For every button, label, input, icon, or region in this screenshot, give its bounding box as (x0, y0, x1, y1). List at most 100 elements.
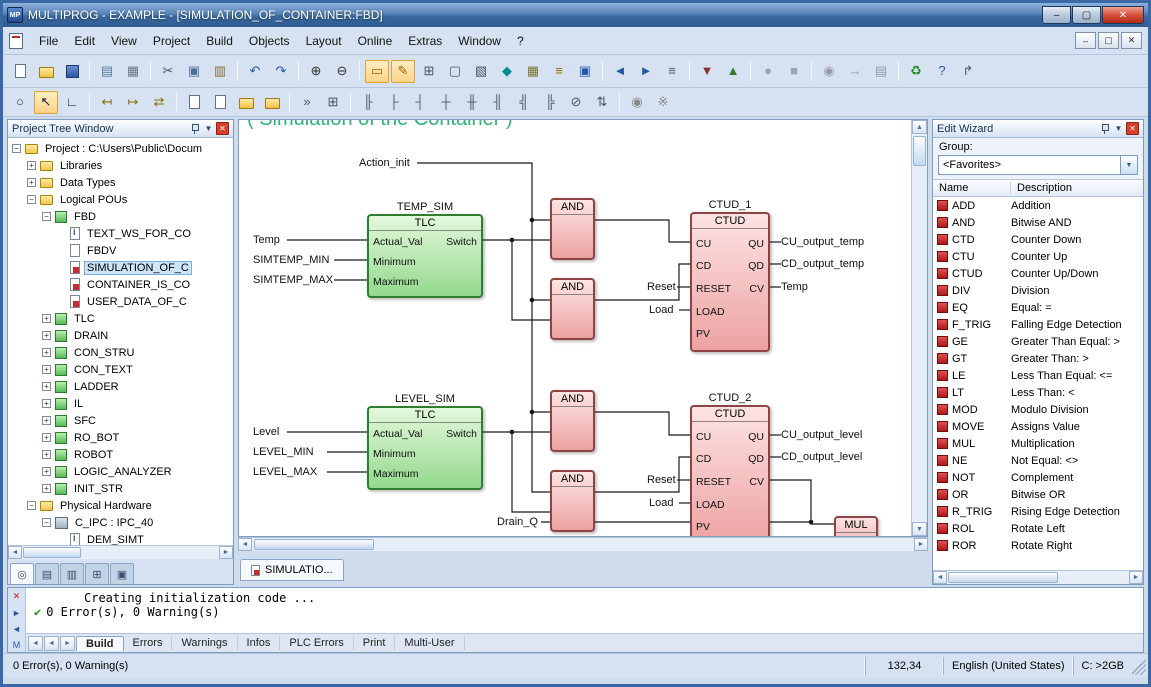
tree-item-simulation-of-c[interactable]: SIMULATION_OF_C (8, 259, 233, 276)
fbd-block-and[interactable]: AND (550, 390, 595, 452)
wizard-row-ctu[interactable]: CTUCounter Up (933, 248, 1143, 265)
fbd-variable-reset[interactable]: Reset (647, 281, 676, 293)
tree-item-c-ipc-ipc-40[interactable]: −C_IPC : IPC_40 (8, 514, 233, 531)
close-button[interactable]: ✕ (1102, 6, 1144, 24)
mdi-restore-button[interactable]: ▢ (1098, 32, 1119, 49)
tree-item-con-stru[interactable]: +CON_STRU (8, 344, 233, 361)
collapse-icon[interactable]: − (27, 195, 36, 204)
monitor-button[interactable]: ▢ (443, 60, 467, 83)
mdi-minimize-button[interactable]: – (1075, 32, 1096, 49)
magnet-button[interactable]: ◉ (625, 91, 649, 114)
fbd-variable-drain-q[interactable]: Drain_Q (497, 516, 538, 528)
tree-item-fbd[interactable]: −FBD (8, 208, 233, 225)
append-worksheet-button[interactable] (208, 91, 232, 114)
resize-grip[interactable] (1132, 657, 1146, 675)
fbd-block-temp-sim[interactable]: TEMP_SIMTLCActual_ValMinimumMaximumSwitc… (367, 214, 483, 298)
fbd-variable-level-min[interactable]: LEVEL_MIN (253, 446, 314, 458)
expand-icon[interactable]: + (42, 433, 51, 442)
msg-tab-prev-icon[interactable]: ◄ (44, 636, 59, 651)
breakpoint-button[interactable]: ◉ (817, 60, 841, 83)
minimize-button[interactable]: – (1042, 6, 1071, 24)
wizard-hscrollbar[interactable]: ◄ ► (933, 570, 1143, 584)
contact-parallel-button[interactable]: ╫ (460, 91, 484, 114)
scroll-left-icon[interactable]: ◄ (238, 538, 252, 551)
wizard-row-or[interactable]: ORBitwise OR (933, 486, 1143, 503)
menu-view[interactable]: View (103, 30, 145, 52)
branch-down-button[interactable]: ╠ (538, 91, 562, 114)
force-button[interactable]: ▤ (869, 60, 893, 83)
add-function-block-button[interactable]: ⊞ (321, 91, 345, 114)
fbd-variable-simtemp-min[interactable]: SIMTEMP_MIN (253, 254, 329, 266)
collapse-icon[interactable]: − (12, 144, 21, 153)
insert-worksheet-button[interactable] (182, 91, 206, 114)
wizard-row-and[interactable]: ANDBitwise AND (933, 214, 1143, 231)
menu-window[interactable]: Window (450, 30, 509, 52)
tree-item-text-ws-for-co[interactable]: TEXT_WS_FOR_CO (8, 225, 233, 242)
scroll-left-icon[interactable]: ◄ (933, 571, 947, 584)
redo-button[interactable]: ↷ (269, 60, 293, 83)
scroll-right-icon[interactable]: ► (914, 538, 928, 551)
expand-icon[interactable]: + (42, 399, 51, 408)
tree-item-dem-simt[interactable]: DEM_SIMT (8, 531, 233, 545)
scroll-left-icon[interactable]: ◄ (8, 546, 22, 559)
contact-right-button[interactable]: ├ (382, 91, 406, 114)
maximize-button[interactable]: ▢ (1072, 6, 1101, 24)
message-tab-multi-user[interactable]: Multi-User (395, 636, 464, 650)
menu-extras[interactable]: Extras (400, 30, 450, 52)
expand-icon[interactable]: + (42, 348, 51, 357)
expand-icon[interactable]: + (27, 178, 36, 187)
select-tool-button[interactable]: ↖ (34, 91, 58, 114)
editor-hscrollbar[interactable]: ◄ ► (238, 537, 928, 551)
fbd-variable-simtemp-max[interactable]: SIMTEMP_MAX (253, 274, 333, 286)
print-button[interactable]: ▦ (121, 60, 145, 83)
contact-left-button[interactable]: ┤ (408, 91, 432, 114)
ld-mode-button[interactable]: ▭ (365, 60, 389, 83)
hardware-view-tab[interactable]: ⊞ (85, 563, 109, 584)
panel-close-icon[interactable]: ✕ (216, 122, 229, 135)
menu-objects[interactable]: Objects (241, 30, 298, 52)
tree-item-logical-pous[interactable]: −Logical POUs (8, 191, 233, 208)
connect-tool-button[interactable]: ∟ (60, 91, 84, 114)
wizard-row-f-trig[interactable]: F_TRIGFalling Edge Detection (933, 316, 1143, 333)
fbd-variable-reset[interactable]: Reset (647, 474, 676, 486)
menu-build[interactable]: Build (198, 30, 241, 52)
scroll-down-icon[interactable]: ▼ (912, 522, 927, 536)
fbd-block-and[interactable]: AND (550, 470, 595, 532)
wizard-row-div[interactable]: DIVDivision (933, 282, 1143, 299)
insert-group-button[interactable] (234, 91, 258, 114)
wizard-hscroll-track[interactable] (947, 571, 1129, 584)
tree-hscrollbar[interactable]: ◄ ► (8, 545, 233, 559)
instances-view-tab[interactable]: ▣ (110, 563, 134, 584)
close-message-icon[interactable]: ✕ (10, 590, 24, 603)
wizard-row-ctd[interactable]: CTDCounter Down (933, 231, 1143, 248)
fbd-variable-load[interactable]: Load (649, 304, 673, 316)
wizard-row-add[interactable]: ADDAddition (933, 197, 1143, 214)
open-file-button[interactable] (34, 60, 58, 83)
wizard-hscroll-thumb[interactable] (948, 572, 1058, 583)
editor-vscroll-thumb[interactable] (913, 136, 926, 166)
fbd-canvas[interactable]: ( Simulation of the Container )TEMP_SIMT… (239, 120, 911, 536)
collapse-icon[interactable]: − (42, 212, 51, 221)
cut-button[interactable]: ✂ (156, 60, 180, 83)
menu-edit[interactable]: Edit (66, 30, 103, 52)
wizard-row-not[interactable]: NOTComplement (933, 469, 1143, 486)
fbd-block-ctud-2[interactable]: CTUD_2CTUDCUCDRESETLOADPVQUQDCV (690, 405, 770, 536)
cross-references-button[interactable]: ▦ (521, 60, 545, 83)
msg-tab-next-icon[interactable]: ► (60, 636, 75, 651)
fbd-block-and[interactable]: AND (550, 278, 595, 340)
libraries-view-tab[interactable]: ▥ (60, 563, 84, 584)
project-view-tab[interactable]: ◎ (10, 563, 34, 584)
wizard-row-ctud[interactable]: CTUDCounter Up/Down (933, 265, 1143, 282)
swap-operands-button[interactable]: ⇅ (590, 91, 614, 114)
wizard-row-move[interactable]: MOVEAssigns Value (933, 418, 1143, 435)
message-tab-infos[interactable]: Infos (238, 636, 281, 650)
expand-icon[interactable]: + (42, 365, 51, 374)
scroll-up-icon[interactable]: ▲ (912, 120, 927, 134)
back-button[interactable]: ◄ (608, 60, 632, 83)
tree-item-container-is-co[interactable]: CONTAINER_IS_CO (8, 276, 233, 293)
collapse-icon[interactable]: − (27, 501, 36, 510)
print-preview-button[interactable]: ▤ (95, 60, 119, 83)
rebuild-button[interactable]: ♻ (904, 60, 928, 83)
scroll-right-icon[interactable]: ► (219, 546, 233, 559)
cold-start-button[interactable]: ● (756, 60, 780, 83)
